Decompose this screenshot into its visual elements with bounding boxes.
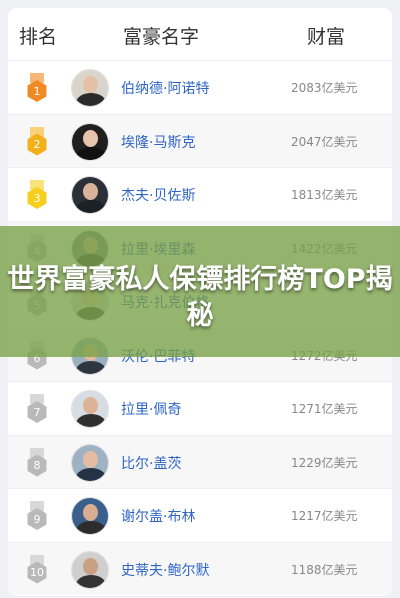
rank-number: 10 <box>27 561 47 584</box>
person-name-link[interactable]: 史蒂夫·鲍尔默 <box>121 560 209 580</box>
person-name-link[interactable]: 伯纳德·阿诺特 <box>121 78 209 98</box>
avatar[interactable] <box>71 69 109 107</box>
person-name-link[interactable]: 杰夫·贝佐斯 <box>121 185 195 205</box>
rank-medal-icon: 7 <box>25 394 49 424</box>
name-column-header: 富豪名字 <box>123 26 200 48</box>
avatar[interactable] <box>71 176 109 214</box>
ranking-row[interactable]: 9 谢尔盖·布林 1217亿美元 <box>8 488 392 542</box>
avatar[interactable] <box>71 497 109 535</box>
rank-medal-icon: 9 <box>25 501 49 531</box>
rank-medal-icon: 2 <box>25 126 49 157</box>
rank-number: 3 <box>27 187 47 209</box>
wealth-value: 1188亿美元 <box>291 562 358 577</box>
avatar-head <box>83 129 98 147</box>
avatar-body <box>76 414 106 427</box>
rank-medal-icon: 1 <box>25 73 49 103</box>
avatar-head <box>83 504 98 521</box>
wealth-column-header: 财富 <box>307 26 346 48</box>
rank-medal-icon: 3 <box>25 180 49 210</box>
wealth-value: 2083亿美元 <box>291 81 358 95</box>
avatar-body <box>76 521 106 534</box>
rank-column-header: 排名 <box>19 26 58 48</box>
ranking-row[interactable]: 2 埃隆·马斯克 2047亿美元 <box>8 113 392 167</box>
ranking-row[interactable]: 7 拉里·佩奇 1271亿美元 <box>8 381 392 435</box>
ranking-row[interactable]: 3 杰夫·贝佐斯 1813亿美元 <box>8 167 392 221</box>
wealth-value: 1229亿美元 <box>291 455 358 470</box>
avatar[interactable] <box>71 390 109 428</box>
banner-title: 世界富豪私人保镖排行榜TOP揭秘 <box>7 264 393 331</box>
wealth-value: 2047亿美元 <box>291 134 358 149</box>
avatar[interactable] <box>71 550 109 589</box>
person-name-link[interactable]: 谢尔盖·布林 <box>121 506 195 526</box>
ranking-row[interactable]: 10 史蒂夫·鲍尔默 1188亿美元 <box>8 541 392 595</box>
avatar-head <box>83 397 98 414</box>
avatar-head <box>83 76 98 93</box>
table-header: 排名 富豪名字 财富 <box>8 8 392 60</box>
wealth-value: 1271亿美元 <box>291 402 358 416</box>
wealth-value: 1813亿美元 <box>291 188 358 202</box>
avatar-head <box>83 183 98 200</box>
rank-number: 9 <box>27 508 47 530</box>
rank-medal-icon: 8 <box>25 447 49 478</box>
avatar[interactable] <box>71 122 109 161</box>
avatar-body <box>76 200 106 213</box>
ranking-row[interactable]: 1 伯纳德·阿诺特 2083亿美元 <box>8 60 392 114</box>
avatar-body <box>76 93 106 106</box>
avatar-head <box>83 450 98 468</box>
wealth-value: 1217亿美元 <box>291 509 358 523</box>
rank-medal-icon: 10 <box>25 554 49 585</box>
rank-number: 1 <box>27 80 47 102</box>
ranking-row[interactable]: 8 比尔·盖茨 1229亿美元 <box>8 434 392 488</box>
rank-number: 2 <box>27 133 47 156</box>
rank-number: 7 <box>27 401 47 423</box>
rank-number: 8 <box>27 454 47 477</box>
person-name-link[interactable]: 埃隆·马斯克 <box>121 132 195 152</box>
avatar[interactable] <box>71 443 109 482</box>
person-name-link[interactable]: 比尔·盖茨 <box>121 453 181 473</box>
person-name-link[interactable]: 拉里·佩奇 <box>121 399 181 419</box>
avatar-head <box>83 557 98 575</box>
